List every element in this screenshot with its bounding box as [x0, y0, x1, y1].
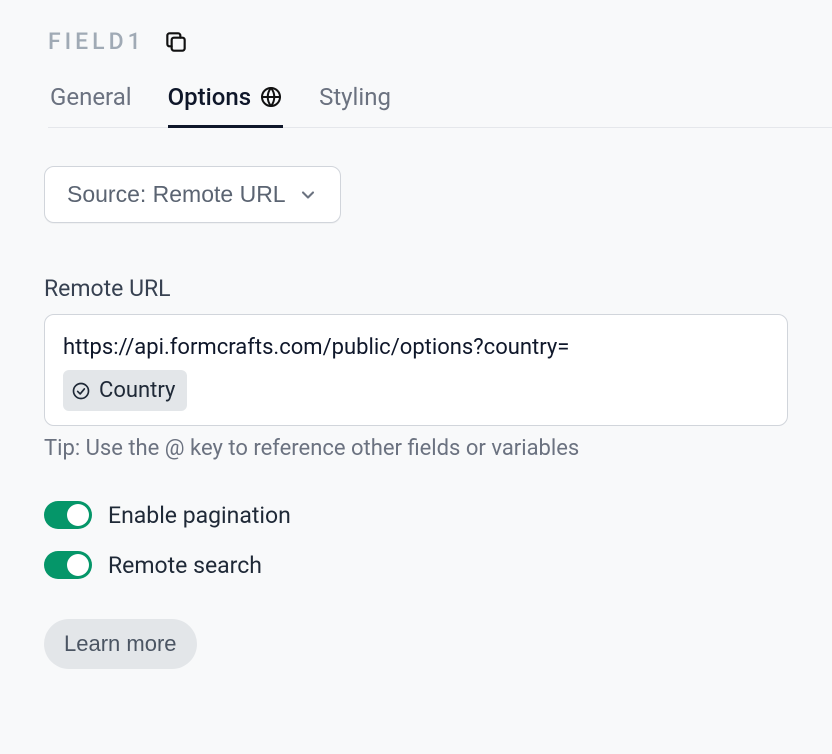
learn-more-button[interactable]: Learn more [44, 619, 197, 669]
toggle-remote-search[interactable] [44, 551, 92, 579]
toggle-pagination-label: Enable pagination [108, 502, 291, 529]
tab-options-label: Options [168, 83, 251, 111]
chevron-down-icon [298, 185, 318, 205]
toggle-pagination[interactable] [44, 501, 92, 529]
globe-icon [259, 85, 283, 109]
remote-url-input[interactable]: https://api.formcrafts.com/public/option… [44, 314, 788, 426]
tab-styling[interactable]: Styling [319, 83, 391, 128]
remote-url-label: Remote URL [44, 275, 788, 302]
check-circle-icon [71, 381, 91, 401]
field-id: FIELD1 [48, 28, 145, 55]
tab-general[interactable]: General [50, 83, 132, 128]
toggle-remote-search-label: Remote search [108, 552, 262, 579]
remote-url-value: https://api.formcrafts.com/public/option… [63, 335, 569, 360]
tabs: General Options Styling [48, 83, 832, 128]
tab-options[interactable]: Options [168, 83, 283, 128]
copy-icon[interactable] [163, 29, 189, 55]
source-dropdown[interactable]: Source: Remote URL [44, 166, 341, 223]
remote-url-tip: Tip: Use the @ key to reference other fi… [44, 436, 788, 461]
chip-label: Country [99, 374, 175, 407]
field-reference-chip[interactable]: Country [63, 370, 187, 411]
source-dropdown-label: Source: Remote URL [67, 181, 286, 208]
